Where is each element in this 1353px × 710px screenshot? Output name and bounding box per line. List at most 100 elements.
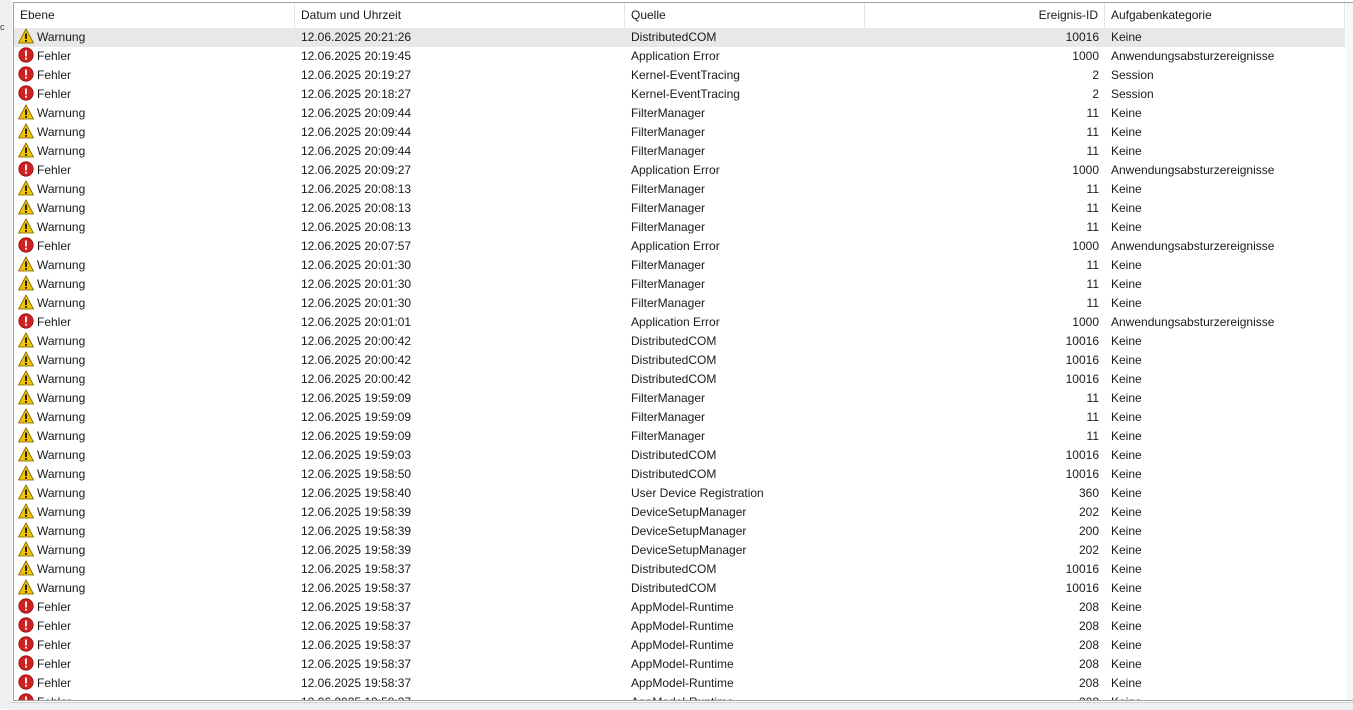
column-header-task-category[interactable]: Aufgabenkategorie bbox=[1105, 3, 1345, 28]
table-row[interactable]: Fehler 12.06.2025 19:58:37 AppModel-Runtim… bbox=[14, 693, 1345, 700]
cell-datetime: 12.06.2025 19:58:37 bbox=[301, 600, 412, 614]
cell-level: Fehler bbox=[18, 674, 288, 693]
cell-datetime: 12.06.2025 20:00:42 bbox=[301, 372, 412, 386]
cell-event-id: 11 bbox=[1086, 201, 1099, 215]
level-text: Fehler bbox=[37, 638, 72, 652]
level-text: Warnung bbox=[37, 429, 86, 443]
cell-source: DistributedCOM bbox=[631, 448, 717, 462]
table-row[interactable]: Warnung 12.06.2025 20:01:30 FilterManager 1… bbox=[14, 275, 1345, 294]
level-text: Warnung bbox=[37, 106, 86, 120]
table-row[interactable]: Fehler 12.06.2025 20:09:27 Application Err… bbox=[14, 161, 1345, 180]
cell-source: FilterManager bbox=[631, 220, 706, 234]
table-row[interactable]: Fehler 12.06.2025 19:58:37 AppModel-Runtim… bbox=[14, 636, 1345, 655]
table-row[interactable]: Warnung 12.06.2025 20:08:13 FilterManager 1… bbox=[14, 218, 1345, 237]
table-row[interactable]: Warnung 12.06.2025 19:58:37 DistributedCOM… bbox=[14, 560, 1345, 579]
error-icon bbox=[18, 674, 34, 690]
table-row[interactable]: Warnung 12.06.2025 19:58:39 DeviceSetupMan… bbox=[14, 522, 1345, 541]
cell-datetime: 12.06.2025 19:59:09 bbox=[301, 391, 412, 405]
table-row[interactable]: Warnung 12.06.2025 19:58:40 User Device Re… bbox=[14, 484, 1345, 503]
event-rows: Warnung 12.06.2025 20:21:26 DistributedCOM… bbox=[14, 28, 1345, 700]
table-row[interactable]: Warnung 12.06.2025 20:01:30 FilterManager 1… bbox=[14, 256, 1345, 275]
cell-level: Warnung bbox=[18, 503, 288, 522]
cell-datetime: 12.06.2025 20:00:42 bbox=[301, 353, 412, 367]
cell-source: AppModel-Runtime bbox=[631, 600, 734, 614]
cell-event-id: 202 bbox=[1078, 505, 1099, 519]
table-row[interactable]: Warnung 12.06.2025 20:00:42 DistributedCOM… bbox=[14, 370, 1345, 389]
table-row[interactable]: Fehler 12.06.2025 19:58:37 AppModel-Runtim… bbox=[14, 655, 1345, 674]
cell-source: AppModel-Runtime bbox=[631, 638, 734, 652]
cell-level: Warnung bbox=[18, 275, 288, 294]
cell-level: Warnung bbox=[18, 560, 288, 579]
column-header-event-id[interactable]: Ereignis-ID bbox=[865, 3, 1105, 28]
table-row[interactable]: Fehler 12.06.2025 20:01:01 Application Err… bbox=[14, 313, 1345, 332]
table-row[interactable]: Warnung 12.06.2025 20:00:42 DistributedCOM… bbox=[14, 332, 1345, 351]
table-row[interactable]: Warnung 12.06.2025 20:01:30 FilterManager 1… bbox=[14, 294, 1345, 313]
cell-datetime: 12.06.2025 20:19:45 bbox=[301, 49, 412, 63]
table-row[interactable]: Warnung 12.06.2025 20:09:44 FilterManager 1… bbox=[14, 104, 1345, 123]
error-icon bbox=[18, 636, 34, 652]
column-header-datetime[interactable]: Datum und Uhrzeit bbox=[295, 3, 625, 28]
table-row[interactable]: Fehler 12.06.2025 20:18:27 Kernel-EventTra… bbox=[14, 85, 1345, 104]
level-text: Fehler bbox=[37, 315, 72, 329]
level-text: Warnung bbox=[37, 581, 86, 595]
level-text: Warnung bbox=[37, 372, 86, 386]
table-row[interactable]: Warnung 12.06.2025 19:58:39 DeviceSetupMan… bbox=[14, 503, 1345, 522]
level-text: Fehler bbox=[37, 49, 72, 63]
table-row[interactable]: Fehler 12.06.2025 19:58:37 AppModel-Runtim… bbox=[14, 598, 1345, 617]
table-row[interactable]: Warnung 12.06.2025 20:08:13 FilterManager 1… bbox=[14, 180, 1345, 199]
cell-level: Warnung bbox=[18, 446, 288, 465]
table-row[interactable]: Warnung 12.06.2025 19:58:50 DistributedCOM… bbox=[14, 465, 1345, 484]
table-row[interactable]: Fehler 12.06.2025 20:19:45 Application Err… bbox=[14, 47, 1345, 66]
cell-source: DeviceSetupManager bbox=[631, 524, 747, 538]
table-row[interactable]: Warnung 12.06.2025 19:58:39 DeviceSetupMan… bbox=[14, 541, 1345, 560]
cell-level: Warnung bbox=[18, 28, 288, 47]
cell-datetime: 12.06.2025 19:59:03 bbox=[301, 448, 412, 462]
table-row[interactable]: Warnung 12.06.2025 20:08:13 FilterManager 1… bbox=[14, 199, 1345, 218]
cell-task-category: Anwendungsabsturzereignisse bbox=[1111, 163, 1275, 177]
table-row[interactable]: Fehler 12.06.2025 20:07:57 Application Err… bbox=[14, 237, 1345, 256]
event-list[interactable]: Ebene Datum und Uhrzeit Quelle Ereignis-… bbox=[13, 2, 1353, 701]
level-text: Fehler bbox=[37, 68, 72, 82]
cell-datetime: 12.06.2025 20:07:57 bbox=[301, 239, 412, 253]
level-text: Fehler bbox=[37, 619, 72, 633]
column-header-source[interactable]: Quelle bbox=[625, 3, 865, 28]
cell-event-id: 208 bbox=[1078, 676, 1099, 690]
table-row[interactable]: Warnung 12.06.2025 20:09:44 FilterManager 1… bbox=[14, 123, 1345, 142]
cell-event-id: 208 bbox=[1078, 600, 1099, 614]
vertical-scrollbar[interactable] bbox=[1346, 3, 1353, 700]
cell-level: Warnung bbox=[18, 389, 288, 408]
cell-task-category: Anwendungsabsturzereignisse bbox=[1111, 239, 1275, 253]
table-row[interactable]: Warnung 12.06.2025 19:58:37 DistributedCOM… bbox=[14, 579, 1345, 598]
table-row[interactable]: Warnung 12.06.2025 19:59:09 FilterManager 1… bbox=[14, 389, 1345, 408]
cell-source: DistributedCOM bbox=[631, 334, 717, 348]
cell-source: Application Error bbox=[631, 163, 720, 177]
cell-datetime: 12.06.2025 20:08:13 bbox=[301, 201, 412, 215]
warning-icon bbox=[18, 256, 35, 272]
column-header-level[interactable]: Ebene bbox=[14, 3, 295, 28]
cell-datetime: 12.06.2025 19:59:09 bbox=[301, 410, 412, 424]
warning-icon bbox=[18, 522, 35, 538]
level-text: Warnung bbox=[37, 334, 86, 348]
table-row[interactable]: Fehler 12.06.2025 20:19:27 Kernel-EventTra… bbox=[14, 66, 1345, 85]
table-row[interactable]: Warnung 12.06.2025 20:21:26 DistributedCOM… bbox=[14, 28, 1345, 47]
level-text: Warnung bbox=[37, 562, 86, 576]
cell-datetime: 12.06.2025 19:58:37 bbox=[301, 581, 412, 595]
table-row[interactable]: Fehler 12.06.2025 19:58:37 AppModel-Runtim… bbox=[14, 617, 1345, 636]
cell-task-category: Keine bbox=[1111, 277, 1142, 291]
cell-event-id: 11 bbox=[1086, 258, 1099, 272]
level-text: Warnung bbox=[37, 410, 86, 424]
cell-task-category: Anwendungsabsturzereignisse bbox=[1111, 315, 1275, 329]
table-row[interactable]: Warnung 12.06.2025 19:59:09 FilterManager 1… bbox=[14, 427, 1345, 446]
warning-icon bbox=[18, 294, 35, 310]
cell-event-id: 11 bbox=[1086, 220, 1099, 234]
table-row[interactable]: Warnung 12.06.2025 19:59:09 FilterManager 1… bbox=[14, 408, 1345, 427]
cell-datetime: 12.06.2025 20:01:30 bbox=[301, 296, 412, 310]
cell-level: Fehler bbox=[18, 655, 288, 674]
cell-level: Warnung bbox=[18, 370, 288, 389]
table-row[interactable]: Warnung 12.06.2025 19:59:03 DistributedCOM… bbox=[14, 446, 1345, 465]
cell-task-category: Keine bbox=[1111, 182, 1142, 196]
table-row[interactable]: Fehler 12.06.2025 19:58:37 AppModel-Runtim… bbox=[14, 674, 1345, 693]
table-row[interactable]: Warnung 12.06.2025 20:00:42 DistributedCOM… bbox=[14, 351, 1345, 370]
table-row[interactable]: Warnung 12.06.2025 20:09:44 FilterManager 1… bbox=[14, 142, 1345, 161]
cell-source: DistributedCOM bbox=[631, 353, 717, 367]
